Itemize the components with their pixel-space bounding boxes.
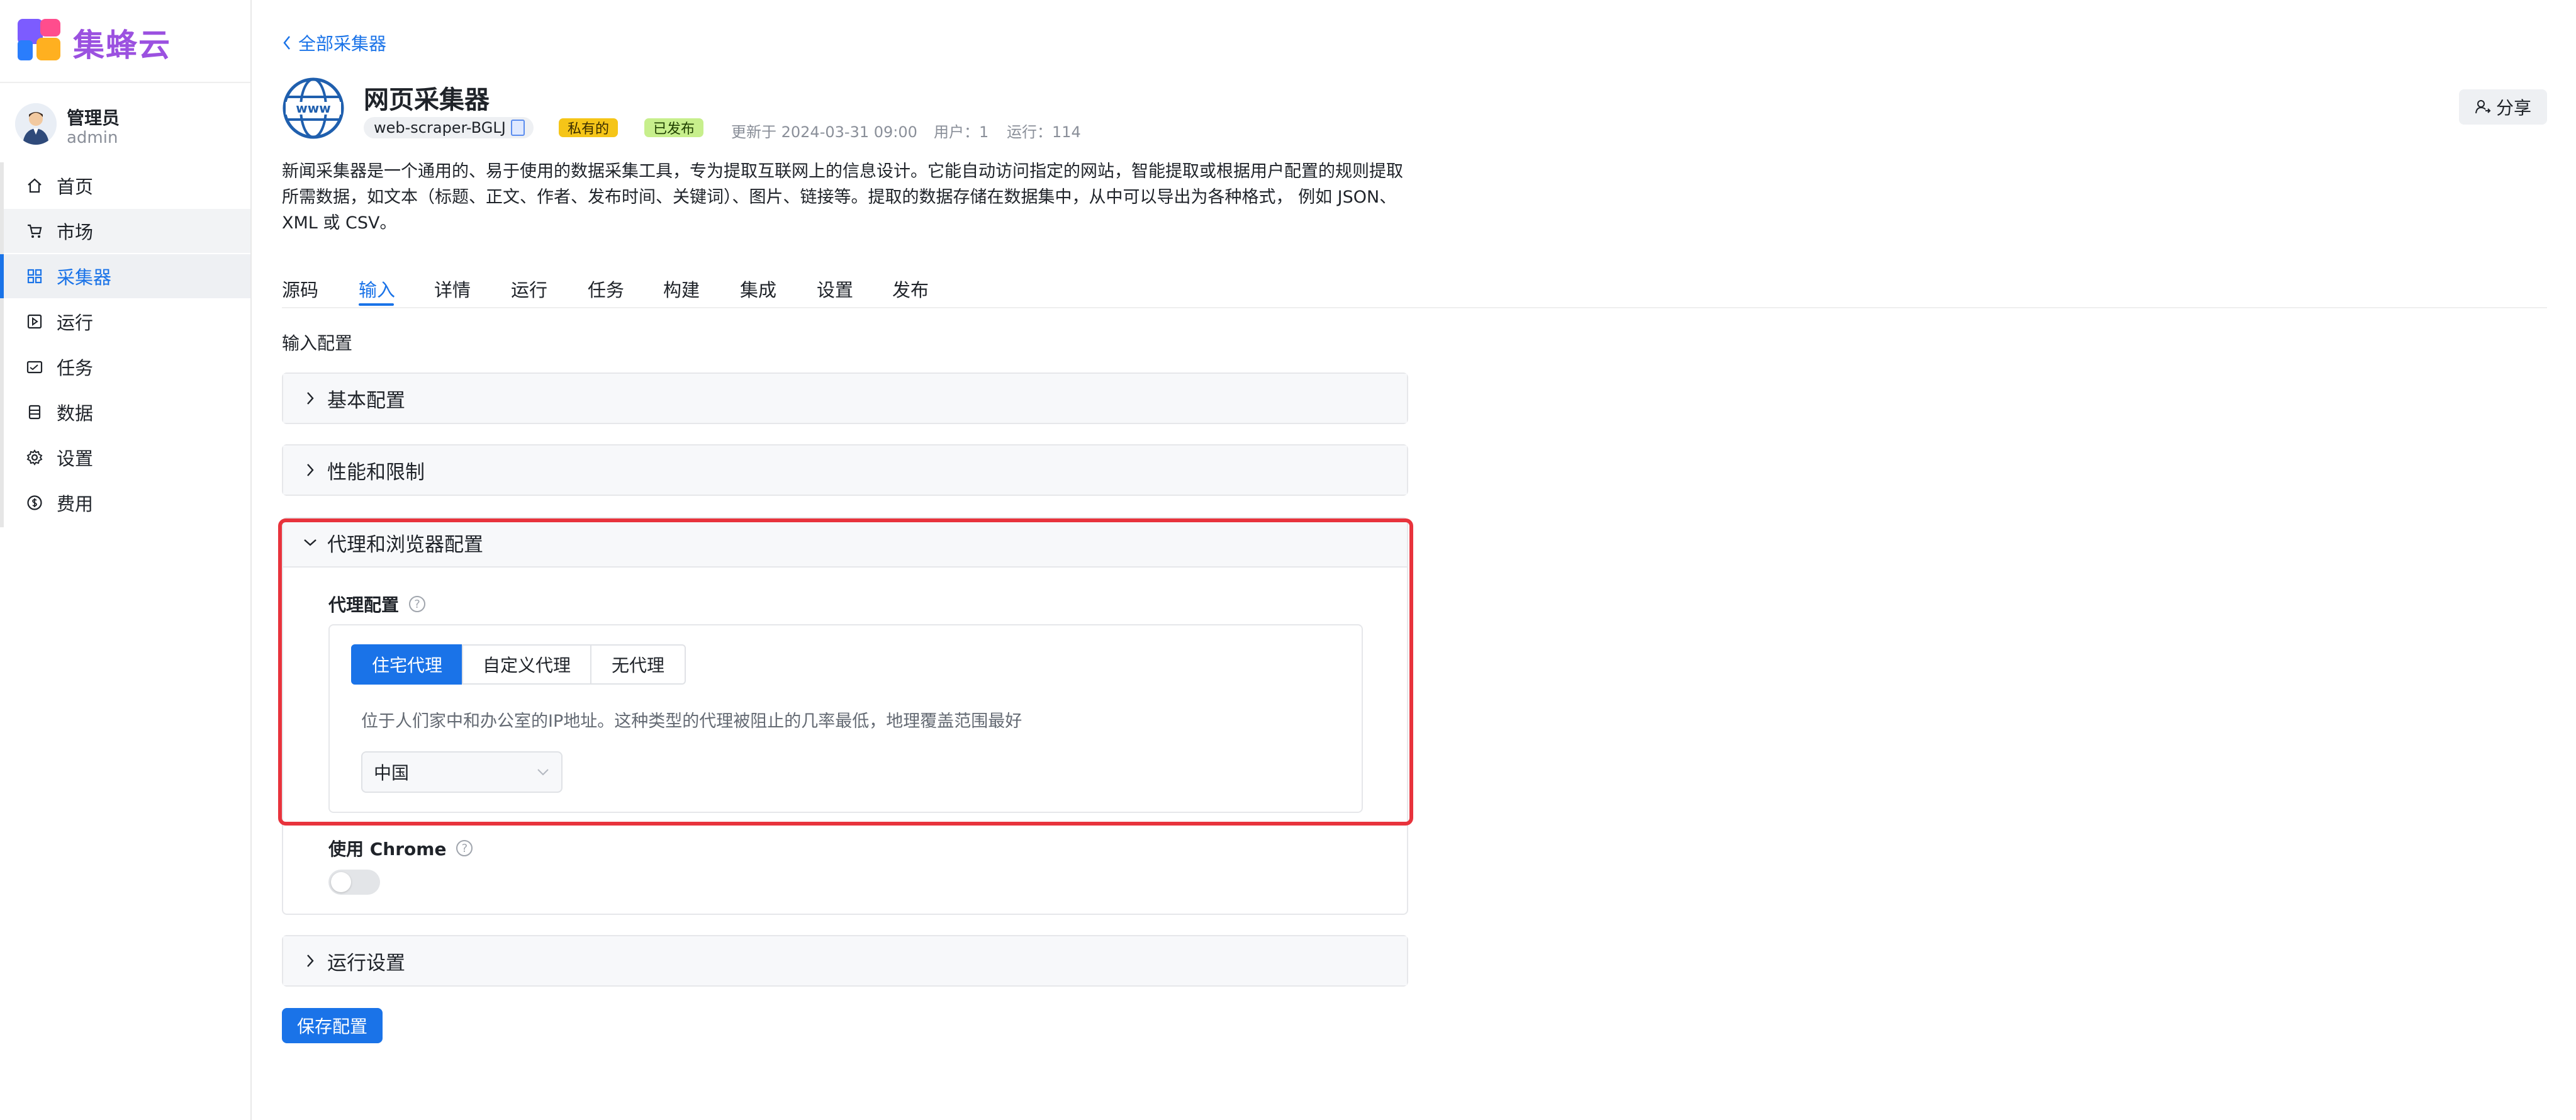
save-config-button[interactable]: 保存配置 — [282, 1008, 383, 1043]
brand-name[interactable]: 集蜂云 — [73, 20, 171, 65]
panel-title: 代理和浏览器配置 — [327, 533, 483, 556]
user-id: admin — [67, 128, 118, 147]
play-square-icon — [25, 312, 44, 331]
proxy-option-custom[interactable]: 自定义代理 — [462, 644, 591, 685]
chevron-right-icon — [302, 390, 318, 406]
database-icon — [25, 403, 44, 422]
nav-item-settings[interactable]: 设置 — [4, 435, 250, 479]
nav-label: 采集器 — [57, 267, 112, 288]
calendar-icon — [25, 357, 44, 376]
share-button[interactable]: 分享 — [2459, 89, 2547, 125]
panel-run-settings: 运行设置 — [282, 935, 1408, 987]
nav-item-runs[interactable]: 运行 — [4, 300, 250, 344]
globe-www-icon: www — [283, 77, 344, 139]
proxy-option-residential[interactable]: 住宅代理 — [351, 644, 463, 685]
nav-item-scrapers[interactable]: 采集器 — [0, 254, 250, 298]
cart-icon — [25, 221, 44, 240]
gear-icon — [25, 448, 44, 467]
tab-integration[interactable]: 集成 — [740, 276, 776, 302]
copy-icon[interactable] — [510, 120, 525, 136]
sidebar-divider — [0, 82, 250, 83]
proxy-description: 位于人们家中和办公室的IP地址。这种类型的代理被阻止的几率最低，地理覆盖范围最好 — [361, 712, 1022, 731]
panel-performance: 性能和限制 — [282, 444, 1408, 496]
tab-source[interactable]: 源码 — [282, 276, 318, 302]
share-label: 分享 — [2495, 98, 2531, 118]
nav-label: 设置 — [57, 448, 94, 469]
slug-chip[interactable]: web-scraper-BGLJ — [364, 117, 534, 138]
slug-text: web-scraper-BGLJ — [374, 119, 506, 137]
avatar[interactable] — [15, 103, 57, 145]
panel-title: 运行设置 — [327, 951, 405, 975]
grid-icon — [25, 267, 44, 286]
nav-item-data[interactable]: 数据 — [4, 390, 250, 434]
dollar-icon — [25, 493, 44, 512]
help-icon[interactable]: ? — [409, 596, 426, 612]
tab-settings[interactable]: 设置 — [817, 276, 853, 302]
use-chrome-label: 使用 Chrome ? — [328, 836, 473, 861]
country-value: 中国 — [374, 763, 410, 783]
panel-title: 基本配置 — [327, 389, 405, 412]
country-select[interactable]: 中国 — [361, 751, 563, 793]
section-label: 输入配置 — [282, 333, 353, 354]
svg-text:www: www — [296, 101, 330, 116]
use-chrome-label-text: 使用 Chrome — [328, 839, 447, 860]
panel-performance-header[interactable]: 性能和限制 — [283, 445, 1407, 495]
nav-item-market[interactable]: 市场 — [4, 209, 250, 253]
user-count: 用户：1 — [934, 123, 989, 141]
nav-item-tasks[interactable]: 任务 — [4, 345, 250, 389]
logo-icon[interactable] — [18, 19, 62, 60]
nav-label: 运行 — [57, 312, 94, 333]
tab-input[interactable]: 输入 — [359, 276, 395, 302]
back-link-label: 全部采集器 — [298, 33, 387, 54]
use-chrome-toggle[interactable] — [328, 870, 380, 895]
run-count: 运行：114 — [1007, 123, 1081, 141]
private-badge: 私有的 — [559, 118, 619, 137]
nav-label: 任务 — [57, 357, 94, 379]
tabs-divider — [282, 307, 2547, 308]
tab-build[interactable]: 构建 — [663, 276, 700, 302]
description: 新闻采集器是一个通用的、易于使用的数据采集工具，专为提取互联网上的信息设计。它能… — [282, 162, 1403, 233]
tab-runs[interactable]: 运行 — [511, 276, 547, 302]
user-name: 管理员 — [67, 108, 120, 128]
proxy-config-label: 代理配置 ? — [328, 591, 426, 617]
page-title: 网页采集器 — [364, 86, 490, 115]
nav-item-billing[interactable]: 费用 — [4, 481, 250, 525]
panel-proxy-header[interactable]: 代理和浏览器配置 — [283, 518, 1407, 568]
sidebar: 集蜂云 管理员 admin 首页 市场 采集器 运行 任务 数据 设置 费用 — [0, 0, 252, 1120]
published-badge: 已发布 — [644, 118, 704, 137]
proxy-config-label-text: 代理配置 — [328, 595, 400, 615]
updated-time: 更新于 2024-03-31 09:00 — [731, 123, 917, 141]
nav-item-home[interactable]: 首页 — [4, 164, 250, 208]
nav-label: 首页 — [57, 176, 94, 198]
user-avatar-icon — [15, 103, 57, 145]
proxy-option-none[interactable]: 无代理 — [590, 644, 686, 685]
share-user-icon — [2475, 100, 2491, 114]
panel-title: 性能和限制 — [327, 461, 425, 484]
chevron-down-icon — [537, 769, 549, 776]
home-icon — [25, 176, 44, 195]
nav-label: 费用 — [57, 493, 94, 515]
chevron-right-icon — [302, 953, 318, 969]
nav-label: 数据 — [57, 403, 94, 424]
tab-details[interactable]: 详情 — [434, 276, 471, 302]
back-link[interactable]: 全部采集器 — [282, 30, 386, 55]
chevron-left-icon — [283, 36, 290, 50]
panel-run-header[interactable]: 运行设置 — [283, 936, 1407, 985]
nav-label: 市场 — [57, 221, 94, 243]
panel-basic-config: 基本配置 — [282, 372, 1408, 424]
tab-publish[interactable]: 发布 — [892, 276, 929, 302]
help-icon[interactable]: ? — [456, 840, 473, 856]
panel-basic-header[interactable]: 基本配置 — [283, 374, 1407, 423]
tab-tasks[interactable]: 任务 — [588, 276, 624, 302]
chevron-right-icon — [302, 462, 318, 478]
toggle-knob — [331, 872, 351, 892]
chevron-down-icon — [302, 534, 318, 551]
active-tab-indicator — [359, 303, 394, 306]
